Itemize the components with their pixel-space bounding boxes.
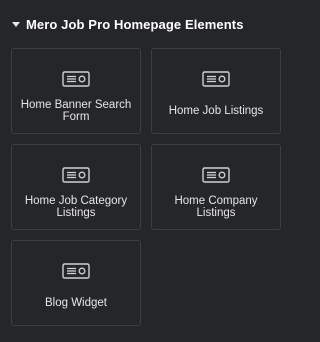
widget-grid: Home Banner Search Form Home Job Listing… — [11, 48, 281, 326]
form-icon — [62, 167, 90, 183]
form-icon — [62, 263, 90, 279]
widget-blog-widget[interactable]: Blog Widget — [11, 240, 141, 326]
elements-panel: Mero Job Pro Homepage Elements Home Bann… — [0, 0, 294, 342]
section-toggle[interactable]: Mero Job Pro Homepage Elements — [12, 15, 244, 33]
caret-down-icon — [12, 21, 20, 27]
widget-label: Blog Widget — [44, 297, 107, 309]
form-icon — [62, 71, 90, 87]
widget-label: Home Job Listings — [168, 105, 264, 117]
widget-home-company-listings[interactable]: Home Company Listings — [151, 144, 281, 230]
widget-label: Home Job Category Listings — [24, 195, 128, 219]
widget-home-banner-search-form[interactable]: Home Banner Search Form — [11, 48, 141, 134]
widget-label: Home Company Listings — [174, 195, 258, 219]
widget-label: Home Banner Search Form — [20, 99, 132, 123]
form-icon — [202, 71, 230, 87]
widget-home-job-category-listings[interactable]: Home Job Category Listings — [11, 144, 141, 230]
section-title: Mero Job Pro Homepage Elements — [26, 16, 244, 32]
form-icon — [202, 167, 230, 183]
widget-home-job-listings[interactable]: Home Job Listings — [151, 48, 281, 134]
